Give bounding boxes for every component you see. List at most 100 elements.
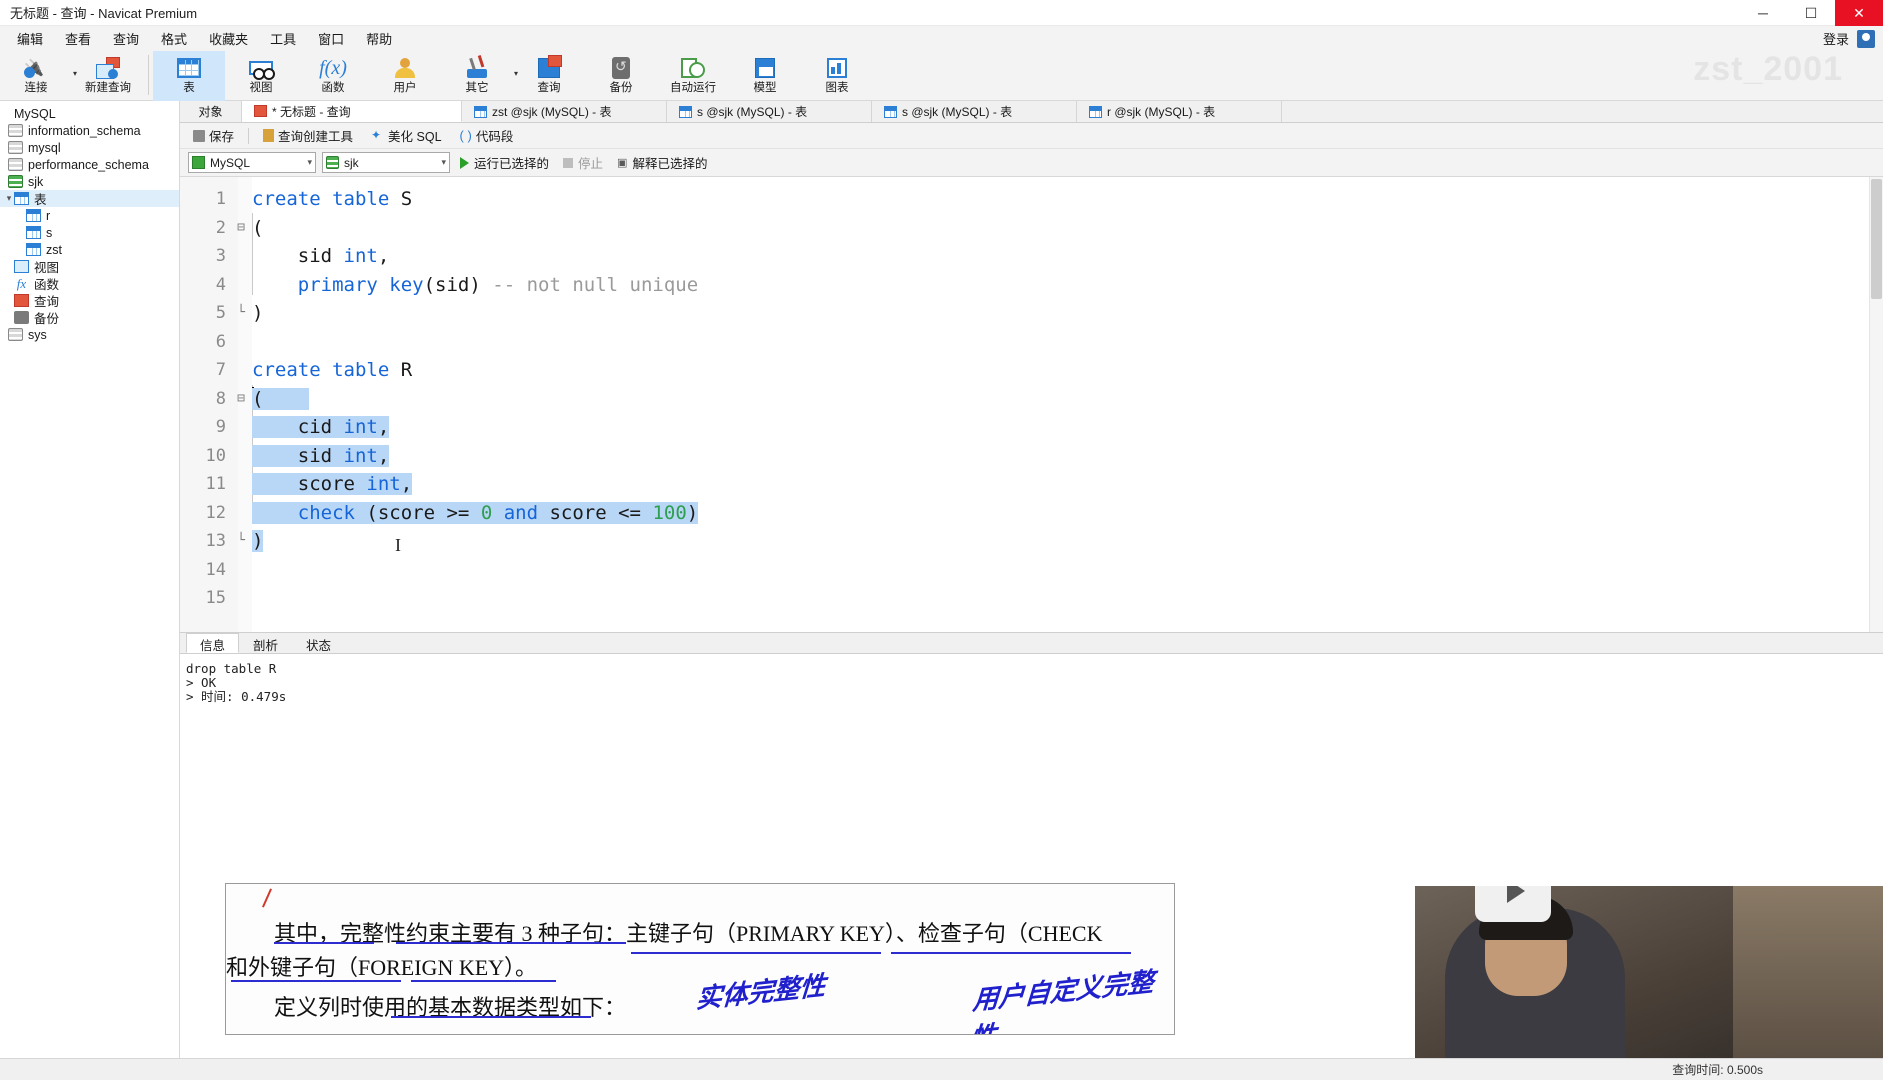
chevron-down-icon[interactable]: ▾: [441, 157, 446, 168]
editor-vertical-scrollbar[interactable]: [1869, 177, 1883, 632]
tree-item-queries[interactable]: 查询: [0, 292, 179, 309]
ribbon-button-backup[interactable]: 备份: [585, 51, 657, 101]
chevron-down-icon[interactable]: ▾: [307, 157, 312, 168]
run-selected-label: 运行已选择的: [474, 157, 550, 171]
menu-item-tools[interactable]: 工具: [259, 26, 307, 51]
minimize-button[interactable]: ─: [1739, 0, 1787, 26]
tab-r-table[interactable]: r @sjk (MySQL) - 表: [1077, 101, 1282, 122]
tree-item-functions[interactable]: fx 函数: [0, 275, 179, 292]
avatar[interactable]: [1857, 29, 1875, 48]
ribbon-button-chart[interactable]: 图表: [801, 51, 873, 101]
tree-item-sjk[interactable]: sjk: [0, 173, 179, 190]
code-line[interactable]: 8 ⊟(: [180, 385, 1883, 414]
query-tab-icon: [254, 105, 267, 117]
play-button[interactable]: ✕: [1475, 886, 1551, 922]
pen-underline-3: [631, 952, 881, 954]
snippet-button[interactable]: ( ) 代码段: [453, 126, 521, 145]
connection-tree-sidebar[interactable]: MySQL information_schema mysql performan…: [0, 101, 180, 1080]
code-line[interactable]: 4 primary key(sid) -- not null unique: [180, 271, 1883, 300]
tab-s-table-1[interactable]: s @sjk (MySQL) - 表: [667, 101, 872, 122]
menu-item-favorites[interactable]: 收藏夹: [198, 26, 259, 51]
explain-selected-button[interactable]: ▣ 解释已选择的: [613, 153, 711, 172]
code-lines[interactable]: 1 create table S 2 ⊟(3 sid int, 4 primary ke…: [180, 185, 1883, 613]
tree-item-backups[interactable]: 备份: [0, 309, 179, 326]
results-output: drop table R > OK > 时间: 0.479s: [180, 654, 1883, 914]
menu-item-view[interactable]: 查看: [54, 26, 102, 51]
ribbon-button-other[interactable]: 其它 ▾: [441, 51, 518, 101]
tab-info[interactable]: 信息: [186, 633, 240, 653]
tab-s-table-2[interactable]: s @sjk (MySQL) - 表: [872, 101, 1077, 122]
ribbon-button-connection[interactable]: 连接 ▾: [0, 51, 77, 101]
fold-marker-icon[interactable]: ⊟: [230, 214, 252, 243]
tree-item-table-zst[interactable]: zst: [0, 241, 179, 258]
save-button[interactable]: 保存: [186, 126, 241, 145]
tab-profile[interactable]: 剖析: [239, 633, 292, 653]
menu-item-format[interactable]: 格式: [150, 26, 198, 51]
database-select[interactable]: sjk ▾: [322, 152, 450, 173]
ribbon-button-view[interactable]: 视图: [225, 51, 297, 101]
code-line[interactable]: 13 └): [180, 527, 1883, 556]
ribbon-button-new-query[interactable]: 新建查询: [72, 51, 144, 101]
code-line[interactable]: 14: [180, 556, 1883, 585]
tree-item-mysql[interactable]: MySQL: [0, 105, 179, 122]
tree-item-information-schema[interactable]: information_schema: [0, 122, 179, 139]
tree-item-table-s[interactable]: s: [0, 224, 179, 241]
menu-item-edit[interactable]: 编辑: [6, 26, 54, 51]
code-line[interactable]: 12 check (score >= 0 and score <= 100): [180, 499, 1883, 528]
fold-marker-icon[interactable]: ⊟: [230, 385, 252, 414]
fold-marker-icon[interactable]: └: [230, 299, 252, 328]
code-line[interactable]: 7 create table R: [180, 356, 1883, 385]
maximize-button[interactable]: ☐: [1787, 0, 1835, 26]
ribbon-button-function[interactable]: f(x) 函数: [297, 51, 369, 101]
close-button[interactable]: ✕: [1835, 0, 1883, 26]
code-text: create table S: [252, 188, 413, 210]
code-line[interactable]: 3 sid int,: [180, 242, 1883, 271]
tree-item-views[interactable]: 视图: [0, 258, 179, 275]
code-line[interactable]: 6: [180, 328, 1883, 357]
expander-icon[interactable]: ▾: [4, 193, 14, 204]
ribbon-button-model[interactable]: 模型: [729, 51, 801, 101]
login-label[interactable]: 登录: [1823, 29, 1849, 48]
tab-objects[interactable]: 对象: [180, 101, 242, 122]
table-edit-tab-icon: [884, 105, 897, 118]
connection-select-value: MySQL: [210, 155, 251, 170]
table-icon: [26, 226, 41, 239]
connection-icon: [24, 54, 48, 82]
code-line[interactable]: 5 └): [180, 299, 1883, 328]
tree-item-label: MySQL: [14, 106, 56, 121]
beautify-sql-button[interactable]: ✦ 美化 SQL: [364, 126, 449, 145]
line-number: 9: [215, 417, 226, 437]
code-line[interactable]: 9 cid int,: [180, 413, 1883, 442]
code-line[interactable]: 2 ⊟(: [180, 214, 1883, 243]
tab-untitled-query[interactable]: * 无标题 - 查询: [242, 101, 462, 122]
tab-zst-table[interactable]: zst @sjk (MySQL) - 表: [462, 101, 667, 122]
run-selected-button[interactable]: 运行已选择的: [456, 153, 553, 172]
code-line[interactable]: 10 sid int,: [180, 442, 1883, 471]
menu-item-query[interactable]: 查询: [102, 26, 150, 51]
view-icon: [249, 54, 275, 82]
fold-marker-icon[interactable]: └: [230, 527, 252, 556]
tree-item-mysql-db[interactable]: mysql: [0, 139, 179, 156]
tree-item-tables-folder[interactable]: ▾ 表: [0, 190, 179, 207]
connection-select[interactable]: MySQL ▾: [188, 152, 316, 173]
sql-editor[interactable]: 1 create table S 2 ⊟(3 sid int, 4 primary ke…: [180, 177, 1883, 632]
ribbon-button-query[interactable]: 查询: [513, 51, 585, 101]
tree-item-performance-schema[interactable]: performance_schema: [0, 156, 179, 173]
code-line[interactable]: 1 create table S: [180, 185, 1883, 214]
login-area[interactable]: 登录: [1823, 26, 1875, 51]
tab-status[interactable]: 状态: [292, 633, 345, 653]
stop-button[interactable]: 停止: [559, 153, 607, 172]
handwriting-annotation-1: 实体完整性: [695, 971, 827, 1015]
scrollbar-thumb[interactable]: [1871, 179, 1882, 299]
tree-item-table-r[interactable]: r: [0, 207, 179, 224]
code-line[interactable]: 15: [180, 584, 1883, 613]
ribbon-button-table[interactable]: 表: [153, 51, 225, 101]
tree-item-label: mysql: [28, 140, 61, 155]
menu-item-help[interactable]: 帮助: [355, 26, 403, 51]
ribbon-button-automation[interactable]: 自动运行: [657, 51, 729, 101]
query-builder-button[interactable]: 查询创建工具: [256, 126, 360, 145]
code-line[interactable]: 11 score int,: [180, 470, 1883, 499]
menu-item-window[interactable]: 窗口: [307, 26, 355, 51]
ribbon-button-user[interactable]: 用户: [369, 51, 441, 101]
tree-item-sys[interactable]: sys: [0, 326, 179, 343]
